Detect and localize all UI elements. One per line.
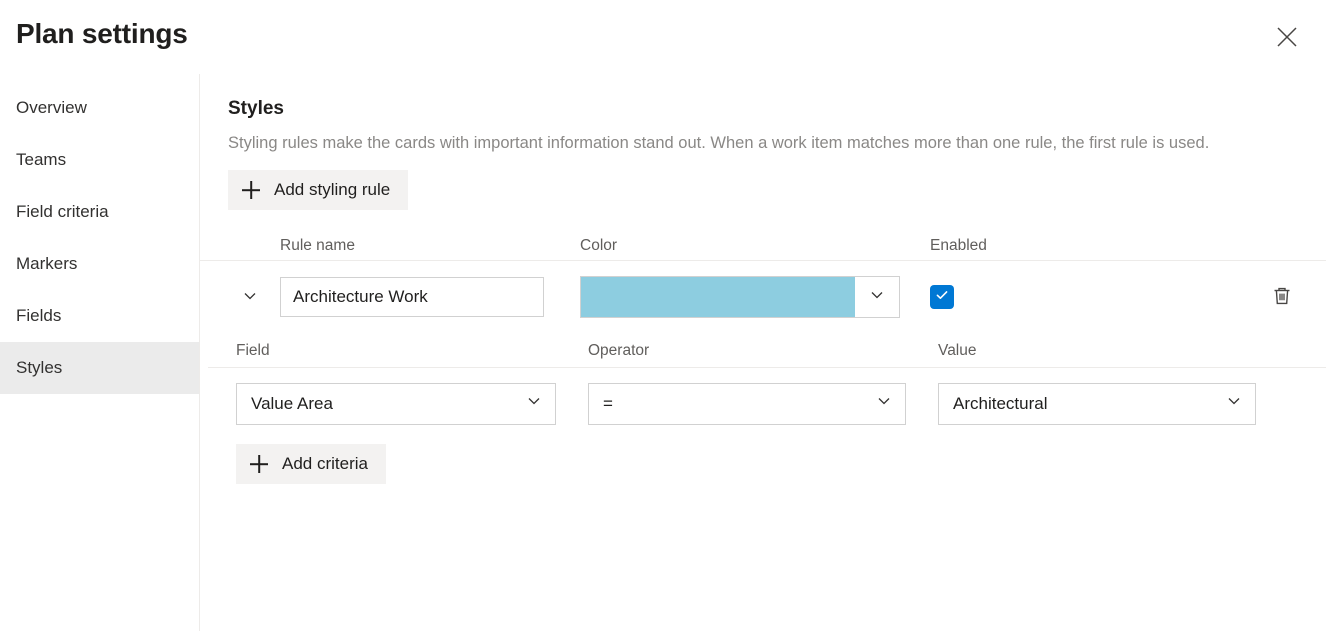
plan-settings-dialog: Plan settings Overview Teams Field crite…: [0, 0, 1326, 631]
rule-color-cell: [580, 276, 930, 318]
criteria-operator-dropdown[interactable]: =: [588, 383, 906, 425]
page-title: Plan settings: [16, 14, 188, 54]
criteria-column-headers: Field Operator Value: [236, 333, 1304, 367]
criteria-operator-value: =: [603, 393, 613, 415]
sidebar-item-label: Markers: [16, 253, 77, 275]
sidebar-item-label: Teams: [16, 149, 66, 171]
sidebar-item-label: Styles: [16, 357, 62, 379]
criteria-field-value: Value Area: [251, 393, 333, 415]
chevron-down-icon: [525, 392, 543, 416]
rule-enabled-cell: [930, 285, 954, 309]
add-criteria-button[interactable]: Add criteria: [236, 444, 386, 484]
delete-rule-button[interactable]: [1264, 279, 1300, 315]
column-header-rule-name: Rule name: [280, 236, 580, 256]
chevron-down-icon: [241, 287, 259, 308]
column-header-color: Color: [580, 236, 930, 256]
sidebar-item-field-criteria[interactable]: Field criteria: [0, 186, 199, 238]
styling-rules-table: Rule name Color Enabled: [228, 230, 1304, 484]
dialog-header: Plan settings: [0, 0, 1326, 74]
sidebar-item-teams[interactable]: Teams: [0, 134, 199, 186]
settings-sidebar: Overview Teams Field criteria Markers Fi…: [0, 74, 200, 631]
column-header-enabled: Enabled: [930, 236, 987, 256]
section-title: Styles: [228, 96, 1304, 122]
sidebar-item-label: Overview: [16, 97, 87, 119]
color-picker-button[interactable]: [580, 276, 900, 318]
trash-icon: [1271, 285, 1293, 310]
styles-panel: Styles Styling rules make the cards with…: [200, 74, 1326, 631]
color-swatch: [581, 277, 855, 317]
rule-name-input[interactable]: [280, 277, 544, 317]
sidebar-item-markers[interactable]: Markers: [0, 238, 199, 290]
column-header-operator: Operator: [588, 341, 938, 361]
chevron-down-icon: [875, 392, 893, 416]
styling-rule-row: [228, 261, 1304, 333]
add-criteria-label: Add criteria: [282, 453, 368, 475]
criteria-row: Value Area =: [236, 368, 1304, 440]
sidebar-item-label: Field criteria: [16, 201, 109, 223]
criteria-section: Field Operator Value Value Area: [228, 333, 1304, 484]
criteria-value-dropdown[interactable]: Architectural: [938, 383, 1256, 425]
rule-name-cell: [280, 277, 580, 317]
close-icon: [1276, 26, 1298, 48]
sidebar-item-label: Fields: [16, 305, 61, 327]
add-criteria-wrap: Add criteria: [236, 444, 1304, 484]
column-header-field: Field: [236, 341, 588, 361]
checkmark-icon: [934, 287, 950, 308]
sidebar-item-styles[interactable]: Styles: [0, 342, 199, 394]
criteria-field-dropdown[interactable]: Value Area: [236, 383, 556, 425]
add-styling-rule-label: Add styling rule: [274, 179, 390, 201]
rules-column-headers: Rule name Color Enabled: [228, 230, 1304, 260]
rule-expander-cell: [228, 281, 280, 313]
dialog-body: Overview Teams Field criteria Markers Fi…: [0, 74, 1326, 631]
sidebar-item-fields[interactable]: Fields: [0, 290, 199, 342]
rule-enabled-checkbox[interactable]: [930, 285, 954, 309]
criteria-value-value: Architectural: [953, 393, 1047, 415]
color-caret[interactable]: [855, 277, 899, 317]
plus-icon: [242, 181, 260, 199]
section-description: Styling rules make the cards with import…: [228, 130, 1304, 156]
close-button[interactable]: [1266, 16, 1308, 58]
sidebar-item-overview[interactable]: Overview: [0, 82, 199, 134]
add-styling-rule-button[interactable]: Add styling rule: [228, 170, 408, 210]
chevron-down-icon: [1225, 392, 1243, 416]
plus-icon: [250, 455, 268, 473]
rule-expander-button[interactable]: [234, 281, 266, 313]
chevron-down-icon: [868, 286, 886, 309]
column-header-value: Value: [938, 341, 1258, 361]
